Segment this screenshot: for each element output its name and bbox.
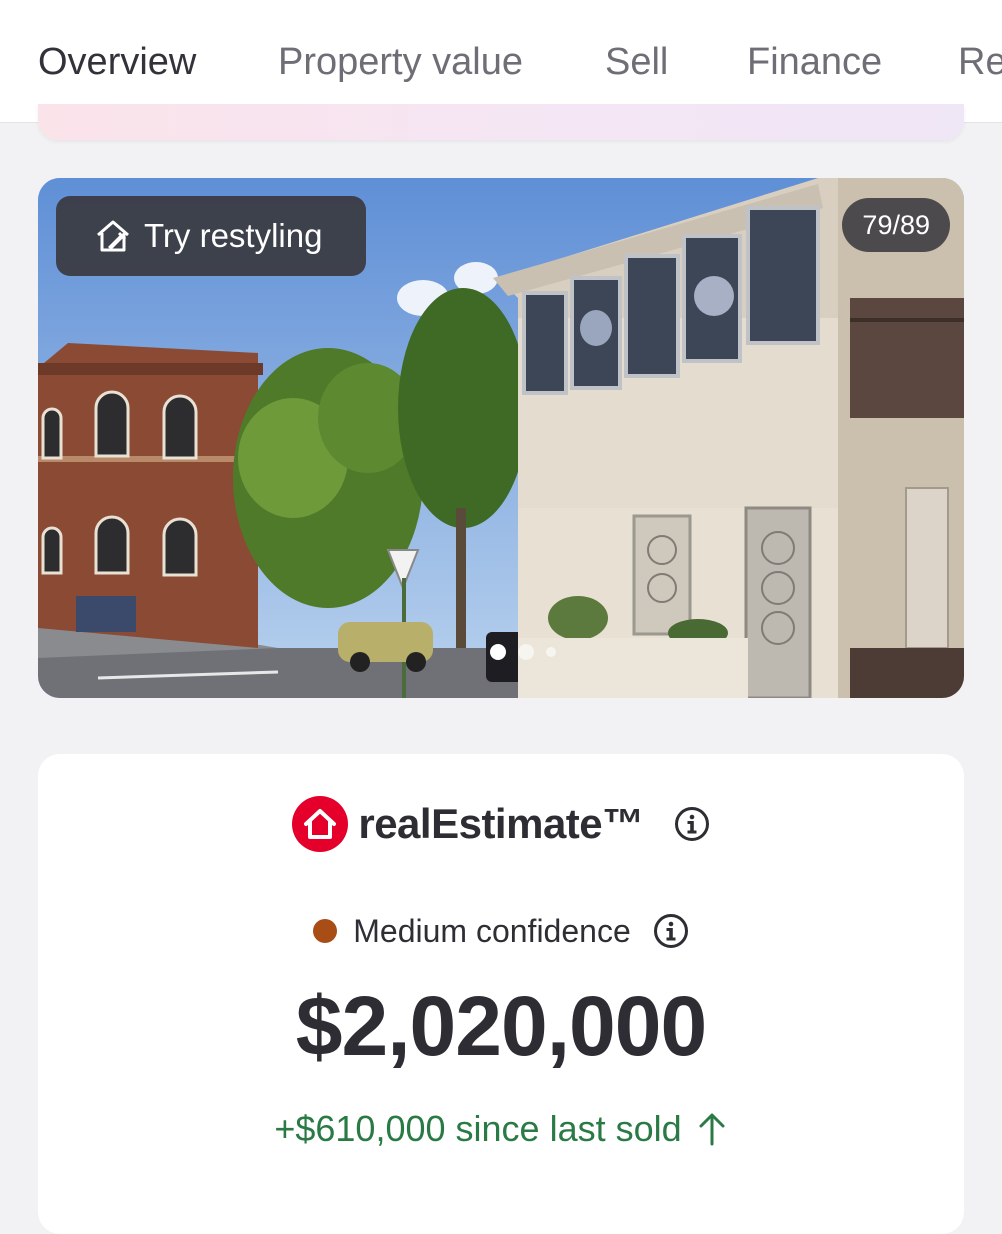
carousel-dot[interactable] — [546, 647, 556, 657]
price-change-text: +$610,000 since last sold — [274, 1108, 682, 1149]
tab-overview[interactable]: Overview — [38, 38, 196, 86]
confidence-row: Medium confidence — [38, 906, 964, 956]
try-restyling-button[interactable]: Try restyling — [56, 196, 366, 276]
carousel-dot[interactable] — [518, 644, 534, 660]
restyle-house-icon — [97, 220, 129, 252]
property-photo-gallery[interactable]: Try restyling 79/89 — [38, 178, 964, 698]
tab-partial-next[interactable]: Re — [958, 38, 1002, 86]
realestate-house-logo — [292, 796, 349, 852]
arrow-up-icon — [699, 1113, 725, 1146]
info-icon[interactable] — [674, 806, 710, 842]
photo-counter: 79/89 — [842, 198, 950, 252]
confidence-indicator-dot — [313, 919, 338, 943]
previous-card-edge — [38, 104, 964, 140]
estimate-card: realEstimate™ Medium confidence $2,020,0… — [38, 754, 964, 1234]
tab-property-value[interactable]: Property value — [278, 38, 523, 86]
tab-finance[interactable]: Finance — [747, 38, 882, 86]
brand-name: realEstimate™ — [358, 800, 644, 847]
estimated-price: $2,020,000 — [295, 979, 707, 1073]
carousel-dots — [490, 644, 556, 660]
confidence-label: Medium confidence — [353, 913, 631, 949]
info-icon[interactable] — [653, 913, 689, 949]
brand-row: realEstimate™ — [38, 794, 964, 854]
price-change-row: +$610,000 since last sold — [38, 1104, 964, 1154]
carousel-dot-active[interactable] — [490, 644, 506, 660]
try-restyling-label: Try restyling — [144, 217, 323, 254]
tab-sell[interactable]: Sell — [605, 38, 668, 86]
